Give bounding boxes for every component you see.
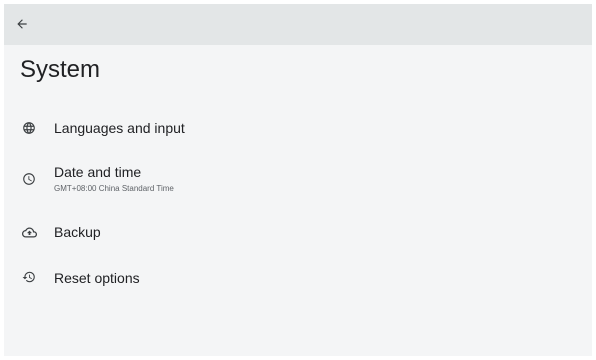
top-app-bar (4, 4, 592, 45)
menu-item-reset-options[interactable]: Reset options (4, 258, 592, 298)
history-icon (21, 269, 37, 285)
menu-item-backup[interactable]: Backup (4, 212, 592, 252)
settings-screen: System Languages and input Date and time… (4, 4, 592, 356)
menu-item-label: Date and time (54, 164, 142, 180)
arrow-back-icon (17, 19, 27, 29)
page-title: System (20, 56, 101, 83)
menu-item-date-time[interactable]: Date and time GMT+08:00 China Standard T… (4, 156, 592, 202)
menu-item-label: Reset options (54, 270, 140, 286)
clock-icon (21, 171, 37, 187)
cloud-upload-icon (21, 224, 37, 240)
menu-item-label: Languages and input (54, 120, 185, 136)
globe-icon (21, 120, 37, 136)
menu-item-languages[interactable]: Languages and input (4, 108, 592, 148)
menu-item-summary: GMT+08:00 China Standard Time (54, 184, 174, 193)
back-button[interactable] (11, 13, 33, 35)
menu-item-label: Backup (54, 224, 101, 240)
